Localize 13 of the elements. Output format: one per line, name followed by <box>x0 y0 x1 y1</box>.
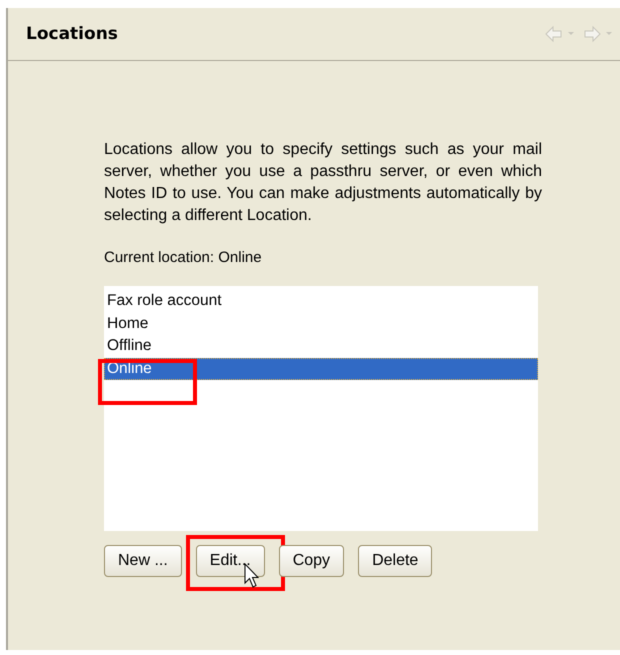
current-location-text: Current location: Online <box>104 249 263 266</box>
action-button[interactable]: Copy <box>278 545 344 577</box>
location-item[interactable]: Home <box>104 312 538 335</box>
action-button[interactable]: Edit... <box>196 545 265 577</box>
forward-arrow-icon[interactable] <box>582 25 614 43</box>
location-item[interactable]: Fax role account <box>104 290 538 312</box>
action-button[interactable]: Delete <box>358 545 432 577</box>
panel-title: Locations <box>26 24 118 44</box>
description-text: Locations allow you to specify settings such as your mail server, whether you use a passthru server, or even which Notes ID to use. You can make adjustments automatically by selecting a different Location. <box>104 140 542 226</box>
location-item[interactable]: Online <box>104 358 538 380</box>
action-button[interactable]: New ... <box>104 545 182 577</box>
back-arrow-icon[interactable] <box>544 25 576 43</box>
location-item[interactable]: Offline <box>104 335 538 358</box>
